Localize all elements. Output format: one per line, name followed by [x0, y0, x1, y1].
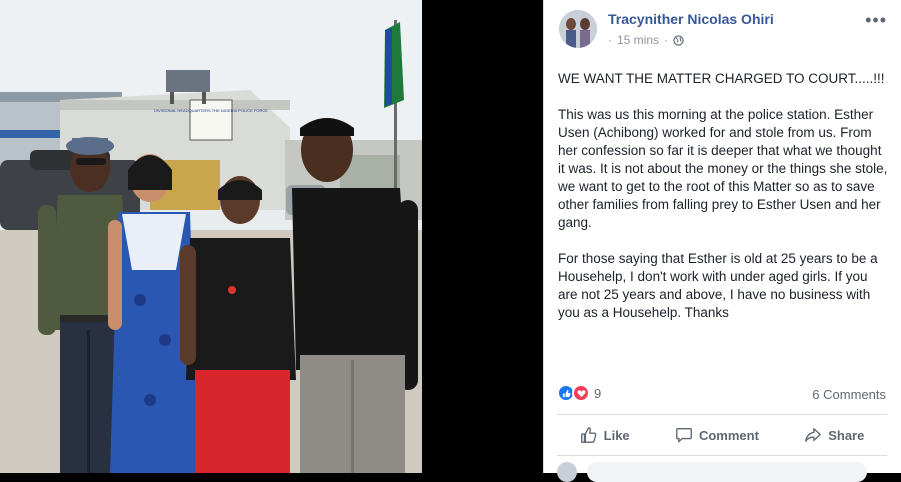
author-avatar[interactable] — [559, 10, 597, 48]
thumbs-up-icon — [580, 427, 597, 443]
post-paragraph: WE WANT THE MATTER CHARGED TO COURT.....… — [558, 71, 885, 86]
more-icon[interactable]: ••• — [865, 10, 887, 31]
viewer-avatar — [557, 462, 577, 482]
comment-button[interactable]: Comment — [675, 426, 759, 444]
post-panel: Tracynither Nicolas Ohiri · 15 mins · ••… — [543, 0, 901, 482]
comment-icon — [676, 428, 692, 443]
divider — [557, 414, 887, 415]
write-comment-row — [557, 462, 867, 482]
post-photo[interactable]: DIVISIONAL HEADQUARTERS THE NIGERIA POLI… — [0, 0, 422, 473]
post-body: WE WANT THE MATTER CHARGED TO COURT.....… — [558, 70, 888, 340]
comment-input[interactable] — [587, 462, 867, 482]
post-paragraph: This was us this morning at the police s… — [558, 107, 888, 230]
share-button[interactable]: Share — [804, 426, 864, 444]
reactions-summary[interactable]: 9 — [557, 384, 601, 402]
love-icon — [572, 384, 590, 402]
police-station-photo: DIVISIONAL HEADQUARTERS THE NIGERIA POLI… — [0, 0, 422, 473]
share-icon — [805, 428, 822, 442]
post-time[interactable]: 15 mins — [617, 33, 659, 47]
action-bar: Like Comment Share — [557, 418, 887, 452]
photo-viewer: DIVISIONAL HEADQUARTERS THE NIGERIA POLI… — [0, 0, 543, 473]
divider — [557, 455, 887, 456]
globe-icon[interactable] — [673, 34, 684, 46]
post-meta: · 15 mins · — [608, 33, 684, 47]
separator-dot: · — [608, 33, 612, 47]
comments-count-link[interactable]: 6 Comments — [812, 387, 886, 402]
avatar-image — [559, 10, 597, 48]
panel-divider — [543, 0, 544, 473]
comment-label: Comment — [698, 427, 759, 443]
share-label: Share — [828, 427, 865, 443]
like-button[interactable]: Like — [580, 426, 630, 444]
post-paragraph: For those saying that Esther is old at 2… — [558, 251, 878, 320]
author-name[interactable]: Tracynither Nicolas Ohiri — [608, 11, 774, 27]
like-label: Like — [603, 427, 630, 443]
police-sign-text: DIVISIONAL HEADQUARTERS THE NIGERIA POLI… — [154, 108, 268, 113]
reaction-count: 9 — [594, 385, 602, 401]
separator-dot: · — [664, 33, 669, 47]
